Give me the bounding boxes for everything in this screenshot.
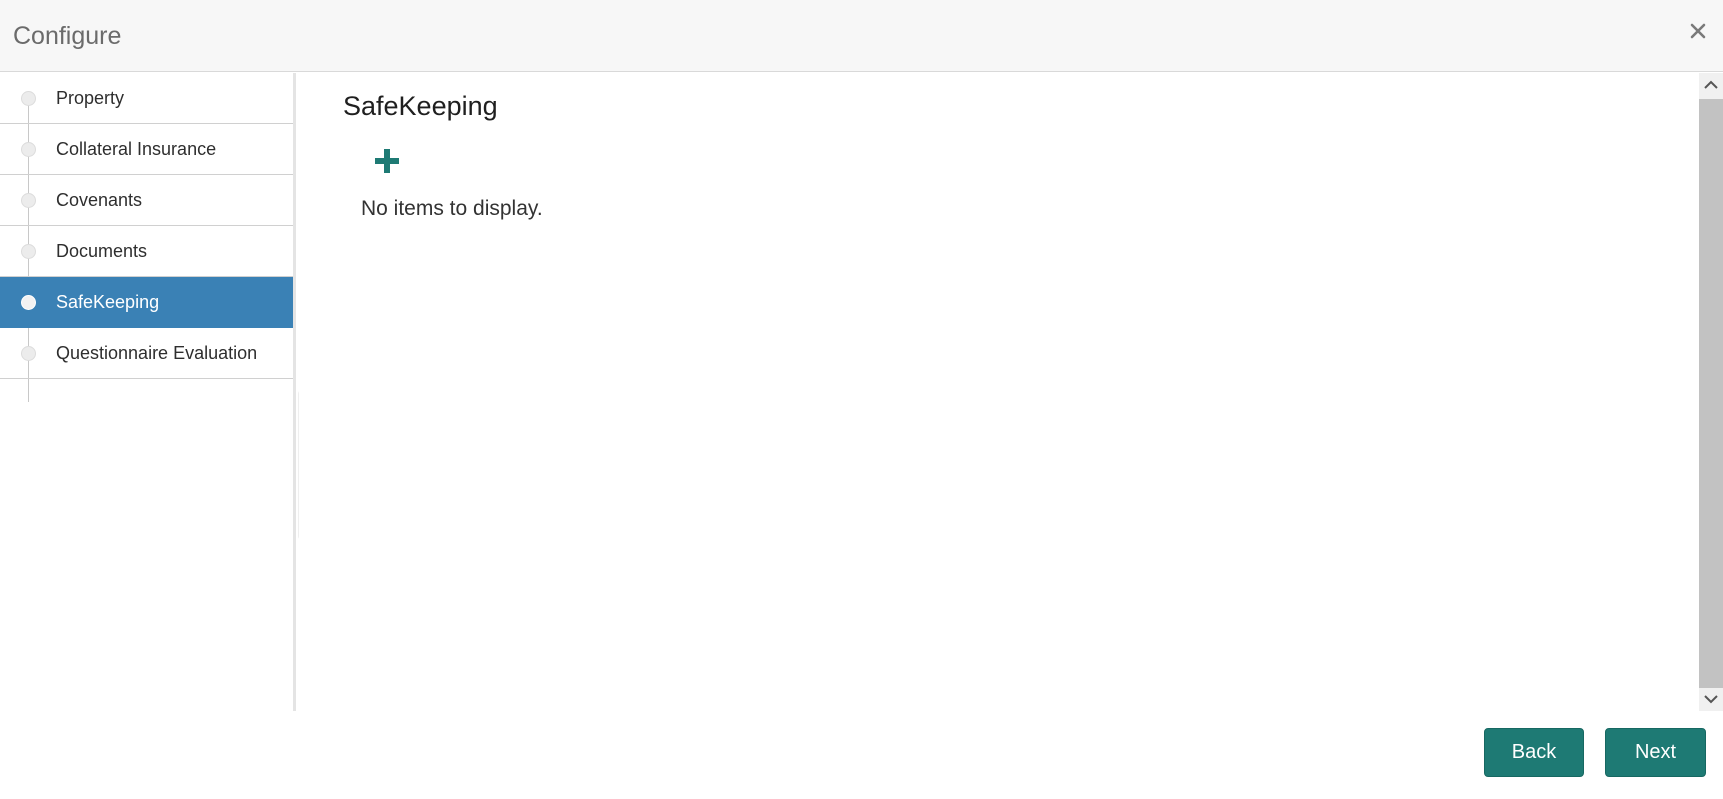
add-button[interactable] <box>373 147 401 175</box>
configure-dialog: Configure Property Collateral Insurance … <box>0 0 1723 799</box>
step-indicator-icon <box>21 91 36 106</box>
step-navigation: Property Collateral Insurance Covenants … <box>0 73 296 711</box>
main-content: SafeKeeping No items to display. <box>299 73 1699 711</box>
next-button[interactable]: Next <box>1605 728 1706 777</box>
empty-state-message: No items to display. <box>361 197 543 220</box>
scroll-down-button[interactable] <box>1699 687 1723 711</box>
step-indicator-icon <box>21 295 36 310</box>
step-collateral-insurance[interactable]: Collateral Insurance <box>0 124 293 175</box>
dialog-title: Configure <box>13 22 122 50</box>
scroll-up-button[interactable] <box>1699 73 1723 97</box>
step-label: Collateral Insurance <box>56 138 217 159</box>
back-button[interactable]: Back <box>1484 728 1584 777</box>
chevron-down-icon <box>1704 695 1718 704</box>
step-property[interactable]: Property <box>0 73 293 124</box>
step-indicator-icon <box>21 193 36 208</box>
plus-icon <box>375 149 399 173</box>
vertical-scrollbar[interactable] <box>1699 73 1723 711</box>
scroll-thumb[interactable] <box>1699 99 1723 688</box>
step-label: Covenants <box>56 189 143 210</box>
dialog-header: Configure <box>0 0 1723 72</box>
step-label: Questionnaire Evaluation <box>56 342 258 363</box>
step-label: SafeKeeping <box>56 291 160 312</box>
step-covenants[interactable]: Covenants <box>0 175 293 226</box>
step-questionnaire-evaluation[interactable]: Questionnaire Evaluation <box>0 328 293 379</box>
step-indicator-icon <box>21 142 36 157</box>
dialog-footer: Back Next <box>0 711 1723 799</box>
step-indicator-icon <box>21 346 36 361</box>
section-title: SafeKeeping <box>343 91 498 121</box>
step-label: Documents <box>56 240 148 261</box>
close-button[interactable] <box>1683 16 1713 46</box>
step-safekeeping[interactable]: SafeKeeping <box>0 277 293 328</box>
step-label: Property <box>56 87 125 108</box>
chevron-up-icon <box>1704 80 1718 89</box>
step-documents[interactable]: Documents <box>0 226 293 277</box>
close-icon <box>1690 23 1706 39</box>
step-indicator-icon <box>21 244 36 259</box>
